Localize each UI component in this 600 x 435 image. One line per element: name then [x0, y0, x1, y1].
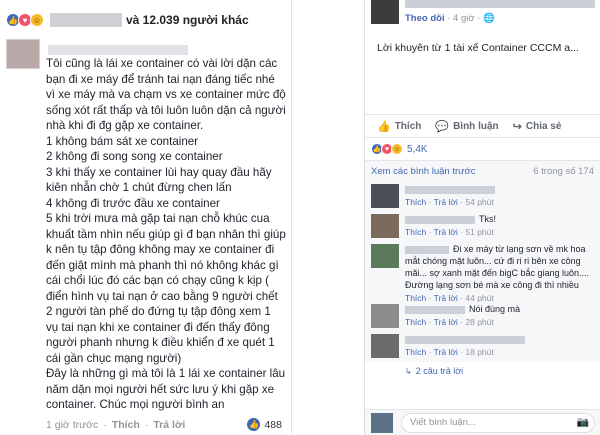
comment-time[interactable]: 54 phút: [465, 197, 493, 207]
globe-icon: 🌐: [483, 13, 495, 24]
post-actions: 👍 Thích 💬 Bình luận ↪ Chia sẻ: [365, 114, 600, 138]
comment-line: 4 không đi trước đầu xe container: [46, 196, 220, 210]
wow-icon: ☺: [391, 143, 403, 155]
redacted-commenter-name[interactable]: [405, 185, 495, 194]
desktop-post-panel: Theo dõi · 4 giờ · 🌐 Lời khuyên từ 1 tài…: [364, 0, 600, 435]
share-button[interactable]: ↪ Chia sẻ: [513, 120, 562, 133]
view-previous-comments: Xem các bình luận trước 6 trong số 174: [365, 160, 600, 182]
comment-body: Tôi cũng là lái xe container có vài lời …: [46, 56, 286, 413]
comment-footer: Thích · Trả lời · 28 phút: [405, 317, 494, 327]
avatar[interactable]: [371, 0, 399, 24]
comment-item: Thích · Trả lời · 54 phút: [365, 182, 600, 212]
comment-bubble: Tks!: [405, 212, 600, 225]
comment-composer: 📷: [365, 409, 600, 435]
reactions-summary[interactable]: 👍 ♥ ☺ và 12.039 người khác: [0, 0, 291, 40]
comment-line: Đây là những gì mà tôi là 1 lái xe conta…: [46, 367, 289, 411]
comment-button[interactable]: 💬 Bình luận: [435, 120, 498, 133]
comment-list: Thích · Trả lời · 54 phút Tks! Thích · Trả…: [365, 182, 600, 362]
redacted-commenter-name[interactable]: [405, 305, 465, 314]
reply-link[interactable]: Trả lời: [434, 197, 458, 207]
redacted-commenter-name[interactable]: [405, 245, 449, 254]
redacted-page-name: [405, 0, 595, 8]
comment-text: Nói đúng mà: [469, 304, 521, 314]
reply-link[interactable]: Trả lời: [434, 347, 458, 357]
reaction-count-number: 5,4K: [407, 143, 428, 155]
view-replies[interactable]: ↳ 2 câu trả lời: [365, 362, 600, 380]
comment-item: Thích · Trả lời · 18 phút: [365, 332, 600, 362]
reply-arrow-icon: ↳: [405, 366, 412, 376]
like-count[interactable]: 👍 488: [247, 418, 282, 431]
post-meta: Theo dõi · 4 giờ · 🌐: [405, 13, 495, 24]
avatar[interactable]: [371, 184, 399, 208]
reactions-suffix: và 12.039 người khác: [126, 13, 249, 27]
avatar[interactable]: [6, 39, 40, 69]
like-link[interactable]: Thích: [405, 347, 426, 357]
avatar[interactable]: [371, 334, 399, 358]
comment-footer: Thích · Trả lời · 18 phút: [405, 347, 494, 357]
post-headline: Lời khuyên từ 1 tài xế Container CCCM a.…: [377, 42, 579, 54]
comment-item: Đi xe máy từ lạng sơn về mk hoa mắt chón…: [365, 242, 600, 303]
reaction-count[interactable]: 👍 ♥ ☺ 5,4K: [365, 138, 600, 160]
comment-time[interactable]: 18 phút: [465, 347, 493, 357]
comment-item: Nói đúng mà Thích · Trả lời · 28 phút: [365, 302, 600, 332]
comment-footer: 1 giờ trước · Thích · Trả lời 👍 488: [46, 418, 282, 431]
redacted-name: [50, 13, 122, 27]
like-link[interactable]: Thích: [405, 317, 426, 327]
like-link[interactable]: Thích: [112, 419, 140, 431]
thumbs-up-icon: 👍: [377, 120, 391, 133]
comment-input[interactable]: [401, 412, 595, 433]
redacted-commenter-name[interactable]: [405, 335, 525, 344]
avatar: [371, 412, 393, 433]
comment-bubble: Đi xe máy từ lạng sơn về mk hoa mắt chón…: [405, 242, 600, 291]
comment-time: 1 giờ trước: [46, 418, 99, 431]
mobile-post-panel: 👍 ♥ ☺ và 12.039 người khác Tôi cũng là l…: [0, 0, 292, 435]
like-link[interactable]: Thích: [405, 227, 426, 237]
comment-line: 1 không bám sát xe container: [46, 134, 199, 148]
comment-count: 6 trong số 174: [533, 166, 594, 177]
reply-link[interactable]: Trả lời: [434, 227, 458, 237]
post-header: Theo dõi · 4 giờ · 🌐: [365, 0, 600, 34]
avatar[interactable]: [371, 304, 399, 328]
comment-time[interactable]: 28 phút: [465, 317, 493, 327]
comment-line: 2 không đi song song xe container: [46, 150, 223, 163]
share-icon: ↪: [512, 120, 522, 133]
comment-text: Tks!: [479, 214, 496, 224]
comment-bubble: Nói đúng mà: [405, 302, 600, 315]
redacted-commenter-name[interactable]: [405, 215, 475, 224]
reply-link[interactable]: Trả lời: [153, 419, 185, 431]
comment-icon: 💬: [435, 120, 450, 133]
comment-time[interactable]: 51 phút: [465, 227, 493, 237]
redacted-author-name: [48, 45, 188, 55]
avatar[interactable]: [371, 214, 399, 238]
comment-line: 5 khi trời mưa mà gặp tai nạn chỗ khúc c…: [46, 212, 290, 365]
comment-item: Tks! Thích · Trả lời · 51 phút: [365, 212, 600, 242]
comment-footer: Thích · Trả lời · 51 phút: [405, 227, 494, 237]
replies-link: 2 câu trả lời: [415, 366, 464, 376]
like-button[interactable]: 👍 Thích: [377, 120, 421, 133]
like-icon: 👍: [247, 418, 261, 431]
view-previous-link[interactable]: Xem các bình luận trước: [371, 166, 475, 177]
camera-icon[interactable]: 📷: [577, 417, 589, 428]
like-count-number: 488: [264, 418, 282, 431]
comment-footer: Thích · Trả lời · 54 phút: [405, 197, 494, 207]
comment-line: 3 khi thấy xe container lùi hay quay đầu…: [46, 165, 275, 195]
like-link[interactable]: Thích: [405, 197, 426, 207]
reply-link[interactable]: Trả lời: [434, 317, 458, 327]
wow-icon: ☺: [30, 13, 44, 27]
comment-paragraph: Tôi cũng là lái xe container có vài lời …: [46, 57, 289, 132]
post-time[interactable]: 4 giờ: [453, 13, 475, 24]
comment-bubble: [405, 332, 600, 345]
follow-link[interactable]: Theo dõi: [405, 13, 445, 24]
comment-bubble: [405, 182, 600, 195]
avatar[interactable]: [371, 244, 399, 268]
